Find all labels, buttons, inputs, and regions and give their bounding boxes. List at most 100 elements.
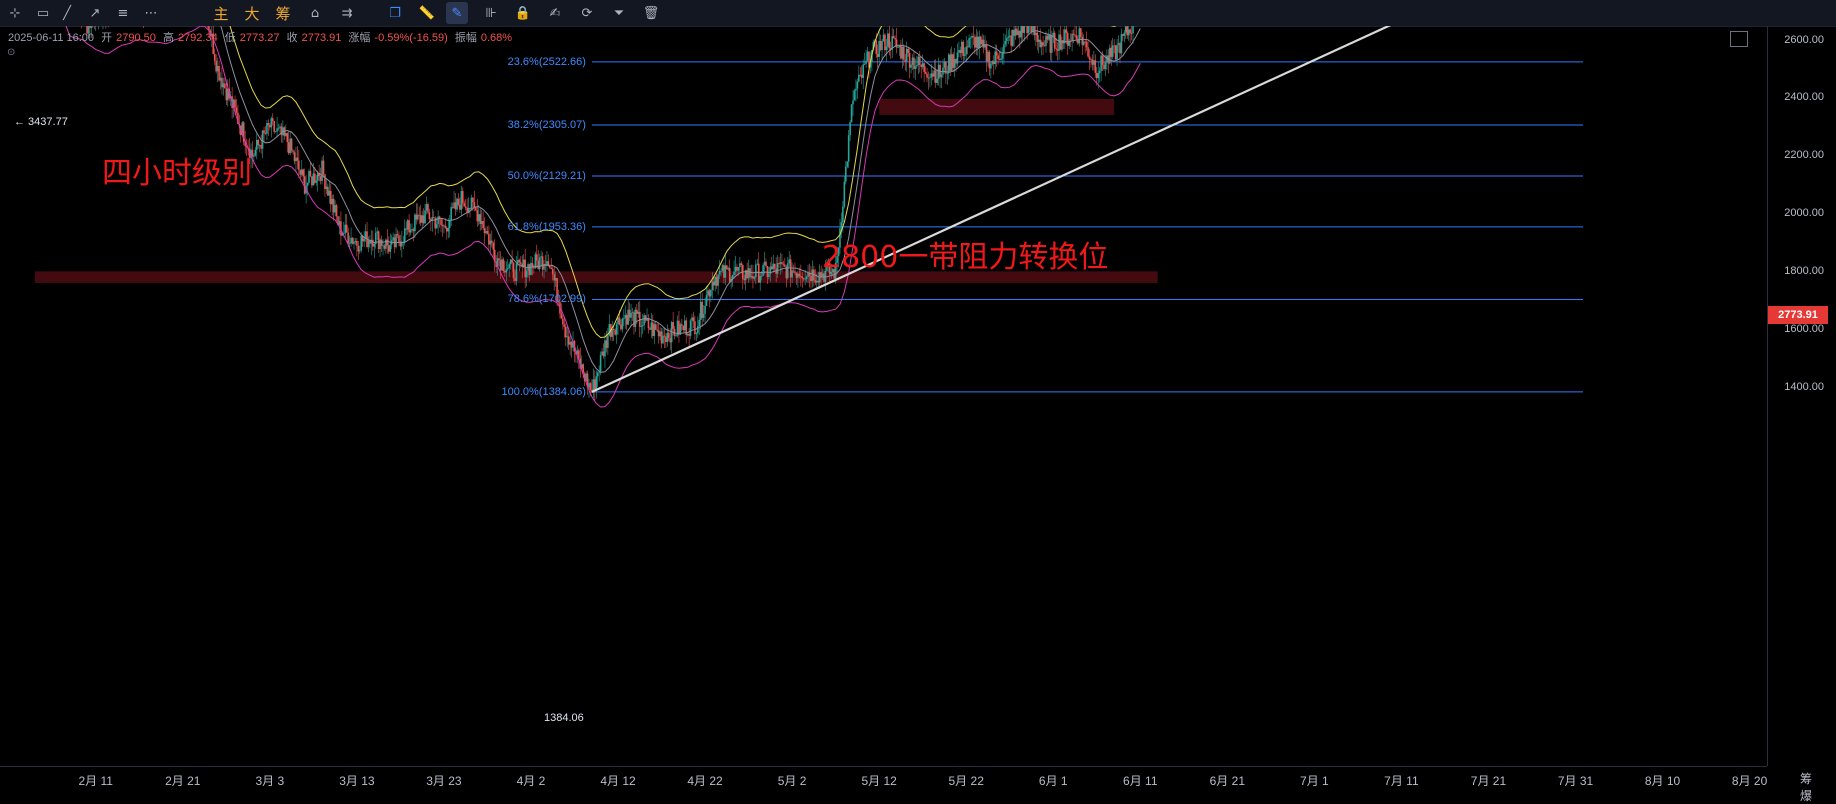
copy-icon[interactable]: ❐ bbox=[384, 2, 406, 24]
candle-body bbox=[762, 265, 764, 276]
candle-body bbox=[644, 315, 647, 321]
x-tick-label: 4月 2 bbox=[516, 774, 546, 788]
x-tick-label: 6月 1 bbox=[1038, 774, 1068, 788]
candle-body bbox=[698, 319, 701, 327]
candle-body bbox=[779, 262, 782, 265]
candle-body bbox=[901, 46, 904, 59]
candle-body bbox=[1130, 33, 1133, 34]
candle-body bbox=[276, 128, 278, 132]
lock-icon[interactable]: 🔒 bbox=[512, 2, 534, 24]
candle-body bbox=[705, 295, 708, 306]
y-tick-label: 2600.00 bbox=[1784, 33, 1824, 46]
magnet-icon[interactable]: ⌂ bbox=[304, 2, 326, 24]
candle-body bbox=[995, 51, 998, 56]
candle-body bbox=[602, 351, 605, 357]
candle-body bbox=[363, 238, 365, 242]
candle-body bbox=[396, 234, 399, 236]
candle-body bbox=[962, 41, 965, 56]
candle-body bbox=[633, 312, 635, 327]
candle-body bbox=[1020, 26, 1023, 38]
collapse-legend-icon[interactable]: ⊙ bbox=[7, 47, 15, 58]
price-chart[interactable] bbox=[0, 26, 1767, 766]
price-axis[interactable]: 3600.003400.003200.003000.002800.002600.… bbox=[1767, 26, 1836, 766]
candle-body bbox=[959, 49, 962, 54]
x-tick-label: 5月 12 bbox=[861, 774, 897, 788]
candle-body bbox=[1039, 39, 1041, 47]
chip-toggle-button[interactable]: 筹 bbox=[1800, 772, 1812, 786]
candle-body bbox=[657, 330, 660, 337]
candle-body bbox=[411, 229, 413, 230]
candle-body bbox=[675, 335, 677, 337]
high-label: 高 bbox=[162, 32, 174, 44]
candle-body bbox=[286, 133, 289, 143]
candle-body bbox=[453, 202, 455, 209]
brush-icon[interactable]: ⟳ bbox=[576, 2, 598, 24]
candle-body bbox=[512, 262, 515, 279]
expand-chart-icon[interactable] bbox=[1730, 31, 1748, 47]
candle-body bbox=[1078, 28, 1081, 44]
fib-label: 23.6%(2522.66) bbox=[507, 55, 586, 68]
amplitude-label: 振幅 bbox=[454, 32, 477, 44]
candle-body bbox=[681, 324, 683, 326]
candle-body bbox=[482, 220, 484, 229]
candle-body bbox=[1004, 41, 1007, 45]
candle-body bbox=[963, 54, 966, 56]
candle-body bbox=[1080, 28, 1082, 37]
timeframe-annotation[interactable]: 四小时级别 bbox=[102, 148, 252, 192]
candle-body bbox=[354, 240, 357, 242]
candle-body bbox=[376, 231, 378, 233]
candle-body bbox=[660, 331, 663, 344]
candle-body bbox=[279, 126, 281, 128]
rectangle-icon[interactable]: ▭ bbox=[32, 2, 54, 24]
trend-line-icon[interactable]: ╱ bbox=[56, 2, 78, 24]
candle-body bbox=[727, 268, 730, 270]
edit-icon[interactable]: ✍ bbox=[544, 2, 566, 24]
candle-body bbox=[1098, 70, 1101, 74]
candle-body bbox=[421, 215, 423, 223]
candle-body bbox=[322, 160, 325, 175]
candle-body bbox=[1027, 26, 1030, 34]
candle-body bbox=[800, 276, 802, 277]
bars-icon[interactable]: ⊪ bbox=[480, 2, 502, 24]
candle-body bbox=[911, 57, 914, 65]
main-indicator-button[interactable]: 主 bbox=[210, 2, 232, 24]
draw-pen-icon[interactable]: ✎ bbox=[446, 2, 468, 24]
ruler-icon[interactable]: 📏 bbox=[416, 2, 438, 24]
candle-body bbox=[515, 263, 518, 281]
candle-body bbox=[498, 258, 500, 261]
trash-icon[interactable]: 🗑 bbox=[640, 2, 662, 24]
big-order-button[interactable]: 大 bbox=[241, 2, 263, 24]
candle-body bbox=[1000, 58, 1002, 61]
candle-body bbox=[379, 239, 381, 250]
parallel-lines-icon[interactable]: ≡ bbox=[112, 2, 134, 24]
blast-toggle-button[interactable]: 爆 bbox=[1800, 789, 1812, 803]
ray-icon[interactable]: ↗ bbox=[84, 2, 106, 24]
candle-body bbox=[926, 73, 928, 78]
x-tick-label: 5月 22 bbox=[948, 774, 984, 788]
candle-body bbox=[689, 320, 692, 336]
candle-body bbox=[1037, 39, 1040, 42]
candle-body bbox=[551, 269, 554, 275]
candle-body bbox=[615, 324, 618, 335]
resistance-annotation[interactable]: 2800一带阻力转换位 bbox=[822, 232, 1108, 276]
candle-body bbox=[263, 130, 265, 133]
candle-body bbox=[514, 278, 516, 281]
candle-body bbox=[385, 239, 387, 249]
candle-body bbox=[476, 210, 479, 222]
time-axis[interactable]: 2月 11 2月 21 3月 3 3月 13 3月 23 4月 2 4月 12 4月 22 5月… bbox=[0, 766, 1767, 792]
more-icon[interactable]: ⋯ bbox=[140, 2, 162, 24]
chip-distribution-button[interactable]: 筹 bbox=[272, 2, 294, 24]
candle-body bbox=[1101, 55, 1104, 65]
candle-body bbox=[781, 262, 783, 264]
candle-body bbox=[1072, 33, 1075, 35]
candle-body bbox=[505, 269, 508, 273]
candle-body bbox=[643, 315, 645, 326]
path-icon[interactable]: ⇉ bbox=[336, 2, 358, 24]
filter-icon[interactable]: ⏷ bbox=[608, 2, 630, 24]
crosshair-icon[interactable]: ⊹ bbox=[4, 2, 26, 24]
candle-body bbox=[903, 46, 905, 60]
candle-body bbox=[415, 214, 418, 220]
fib-label: 78.6%(1702.99) bbox=[507, 293, 586, 306]
candle-body bbox=[988, 51, 991, 69]
candle-body bbox=[1090, 59, 1092, 60]
